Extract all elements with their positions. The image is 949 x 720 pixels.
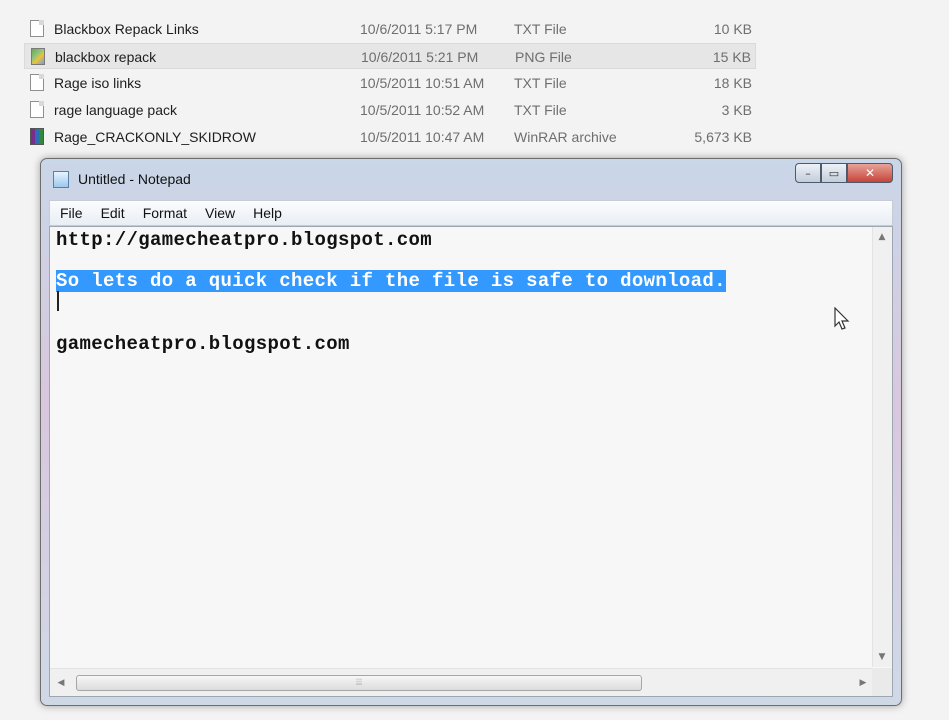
file-type: TXT File: [514, 21, 567, 37]
file-name: Rage_CRACKONLY_SKIDROW: [54, 129, 257, 145]
file-date-modified: 10/5/2011 10:51 AM: [360, 75, 485, 91]
maximize-icon: ▭: [828, 166, 840, 180]
horizontal-scrollbar[interactable]: ◀ ⦙⦙⦙ ▶: [50, 668, 874, 696]
menu-help[interactable]: Help: [243, 205, 290, 221]
file-name: Blackbox Repack Links: [54, 21, 199, 37]
file-date-modified: 10/5/2011 10:52 AM: [360, 102, 485, 118]
file-name: rage language pack: [54, 102, 177, 118]
file-row[interactable]: Blackbox Repack Links 10/6/2011 5:17 PM …: [24, 16, 756, 42]
scroll-down-icon[interactable]: ▼: [873, 648, 891, 666]
menu-file[interactable]: File: [50, 205, 91, 221]
horizontal-scroll-thumb[interactable]: ⦙⦙⦙: [76, 675, 642, 691]
notepad-window[interactable]: Untitled - Notepad – ▭ ✕ File Edit Forma…: [40, 158, 902, 706]
file-type: TXT File: [514, 75, 567, 91]
mouse-pointer-icon: [834, 307, 850, 330]
menu-edit[interactable]: Edit: [91, 205, 133, 221]
notepad-app-icon[interactable]: [53, 171, 69, 188]
text-file-icon: [30, 20, 44, 37]
grip-icon: ⦙⦙⦙: [355, 678, 363, 688]
menu-bar: File Edit Format View Help: [49, 200, 893, 226]
text-file-icon: [30, 74, 44, 91]
file-row[interactable]: blackbox repack 10/6/2011 5:21 PM PNG Fi…: [24, 43, 756, 69]
menu-format[interactable]: Format: [133, 205, 195, 221]
scroll-right-icon[interactable]: ▶: [854, 674, 872, 692]
window-controls: – ▭ ✕: [795, 163, 893, 185]
minimize-icon: –: [805, 166, 811, 180]
text-caret: [57, 291, 59, 311]
file-size: 5,673 KB: [694, 129, 752, 145]
close-button[interactable]: ✕: [847, 163, 893, 183]
close-icon: ✕: [864, 166, 876, 180]
file-row[interactable]: Rage iso links 10/5/2011 10:51 AM TXT Fi…: [24, 70, 756, 96]
window-title: Untitled - Notepad: [78, 171, 191, 187]
maximize-button[interactable]: ▭: [821, 163, 847, 183]
menu-view[interactable]: View: [195, 205, 243, 221]
text-editor[interactable]: http://gamecheatpro.blogspot.com So lets…: [49, 226, 893, 697]
file-type: WinRAR archive: [514, 129, 617, 145]
file-name: blackbox repack: [55, 49, 157, 65]
png-file-icon: [31, 48, 45, 65]
file-size: 18 KB: [713, 75, 752, 91]
editor-text-area[interactable]: http://gamecheatpro.blogspot.com So lets…: [56, 227, 866, 667]
minimize-button[interactable]: –: [795, 163, 821, 183]
file-row[interactable]: rage language pack 10/5/2011 10:52 AM TX…: [24, 97, 756, 123]
winrar-archive-icon: [30, 128, 44, 145]
file-size: 10 KB: [713, 21, 752, 37]
size-grip[interactable]: [872, 668, 892, 696]
file-date-modified: 10/6/2011 5:17 PM: [360, 21, 478, 37]
file-date-modified: 10/5/2011 10:47 AM: [360, 129, 485, 145]
file-type: PNG File: [515, 49, 572, 65]
text-file-icon: [30, 101, 44, 118]
text-line: http://gamecheatpro.blogspot.com: [56, 229, 433, 251]
file-size: 15 KB: [712, 49, 751, 65]
vertical-scrollbar[interactable]: ▲ ▼: [872, 227, 892, 667]
scroll-left-icon[interactable]: ◀: [52, 674, 70, 692]
file-type: TXT File: [514, 102, 567, 118]
file-size: 3 KB: [721, 102, 752, 118]
file-name: Rage iso links: [54, 75, 142, 91]
file-row[interactable]: Rage_CRACKONLY_SKIDROW 10/5/2011 10:47 A…: [24, 124, 756, 150]
selected-text-line: So lets do a quick check if the file is …: [56, 270, 726, 292]
text-line: gamecheatpro.blogspot.com: [56, 333, 350, 355]
title-bar[interactable]: Untitled - Notepad – ▭ ✕: [41, 159, 901, 199]
scroll-up-icon[interactable]: ▲: [873, 228, 891, 246]
file-date-modified: 10/6/2011 5:21 PM: [361, 49, 479, 65]
